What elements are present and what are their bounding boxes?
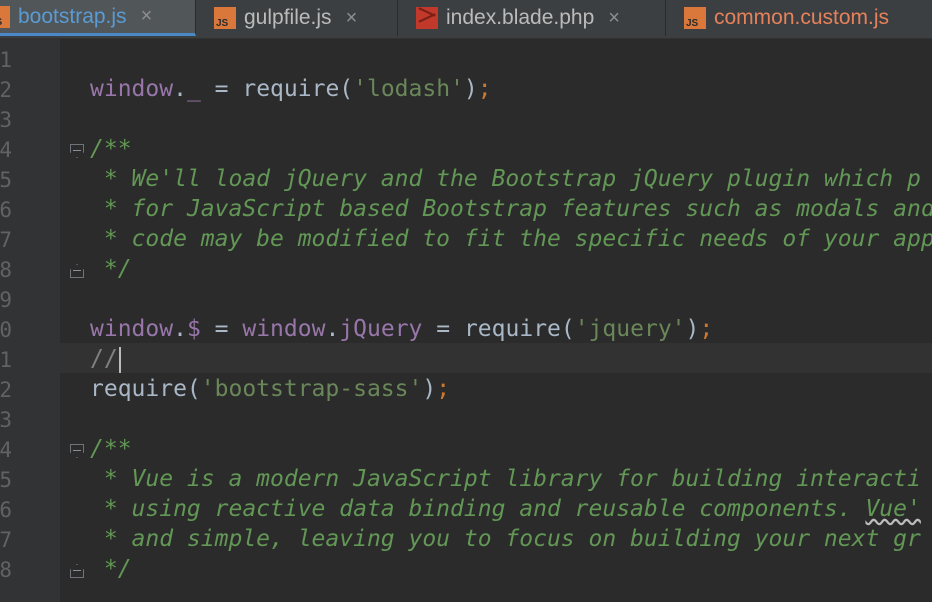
editor-tab-bar: JS bootstrap.js × JS gulpfile.js × index… <box>0 0 932 39</box>
line-number: 1 <box>0 48 12 72</box>
spelling-warning: Vue' <box>865 496 921 522</box>
code-line-14[interactable]: /** <box>90 434 132 464</box>
code-line-18[interactable]: */ <box>90 554 132 584</box>
code-line-4[interactable]: /** <box>90 134 132 164</box>
line-number: 16 <box>0 498 12 522</box>
code-line-16[interactable]: * using reactive data binding and reusab… <box>90 494 921 524</box>
fold-collapse-icon[interactable] <box>70 444 84 458</box>
current-line-highlight <box>60 343 932 373</box>
line-number: 2 <box>0 78 12 102</box>
js-file-icon: JS <box>0 5 10 28</box>
tab-label: index.blade.php <box>446 6 595 29</box>
close-icon[interactable]: × <box>346 7 358 30</box>
line-number: 7 <box>0 228 12 252</box>
code-line-11[interactable]: // <box>90 344 121 374</box>
line-number: 6 <box>0 198 12 222</box>
line-number: 15 <box>0 468 12 492</box>
line-number: 13 <box>0 408 12 432</box>
code-line-10[interactable]: window.$ = window.jQuery = require('jque… <box>90 314 713 344</box>
close-icon[interactable]: × <box>141 5 153 28</box>
tab-gulpfile-js[interactable]: JS gulpfile.js × <box>196 0 398 36</box>
line-number: 9 <box>0 288 12 312</box>
code-line-8[interactable]: */ <box>90 254 132 284</box>
fold-end-icon[interactable] <box>70 264 84 278</box>
close-icon[interactable]: × <box>608 7 620 30</box>
line-number: 17 <box>0 528 12 552</box>
tab-label: bootstrap.js <box>18 4 127 28</box>
line-number: 4 <box>0 138 12 162</box>
line-number: 18 <box>0 558 12 582</box>
line-number: 12 <box>0 378 12 402</box>
tab-label: common.custom.js <box>714 6 890 29</box>
code-line-12[interactable]: require('bootstrap-sass'); <box>90 374 450 404</box>
code-line-6[interactable]: * for JavaScript based Bootstrap feature… <box>90 194 932 224</box>
line-number: 10 <box>0 318 12 342</box>
tab-bootstrap-js[interactable]: JS bootstrap.js × <box>0 0 196 36</box>
line-number: 14 <box>0 438 12 462</box>
line-number-gutter[interactable]: 1 2 3 4 5 6 7 8 9 10 11 12 13 14 15 16 1… <box>0 39 60 602</box>
line-number: 8 <box>0 258 12 282</box>
fold-end-icon[interactable] <box>70 564 84 578</box>
js-file-icon: JS <box>214 7 236 29</box>
line-number: 5 <box>0 168 12 192</box>
code-line-7[interactable]: * code may be modified to fit the specif… <box>90 224 932 254</box>
code-line-2[interactable]: window._ = require('lodash'); <box>90 74 492 104</box>
tab-index-blade-php[interactable]: index.blade.php × <box>398 0 666 36</box>
text-caret <box>118 346 121 373</box>
tab-common-custom-js[interactable]: JS common.custom.js <box>666 0 932 36</box>
code-line-5[interactable]: * We'll load jQuery and the Bootstrap jQ… <box>90 164 921 194</box>
tab-label: gulpfile.js <box>244 6 332 29</box>
code-line-15[interactable]: * Vue is a modern JavaScript library for… <box>90 464 921 494</box>
code-editor[interactable]: window._ = require('lodash'); /** * We'l… <box>60 39 932 602</box>
line-number: 11 <box>0 348 12 372</box>
fold-collapse-icon[interactable] <box>70 144 84 158</box>
js-file-icon: JS <box>684 7 706 29</box>
code-line-17[interactable]: * and simple, leaving you to focus on bu… <box>90 524 921 554</box>
blade-file-icon <box>416 7 438 29</box>
line-number: 3 <box>0 108 12 132</box>
